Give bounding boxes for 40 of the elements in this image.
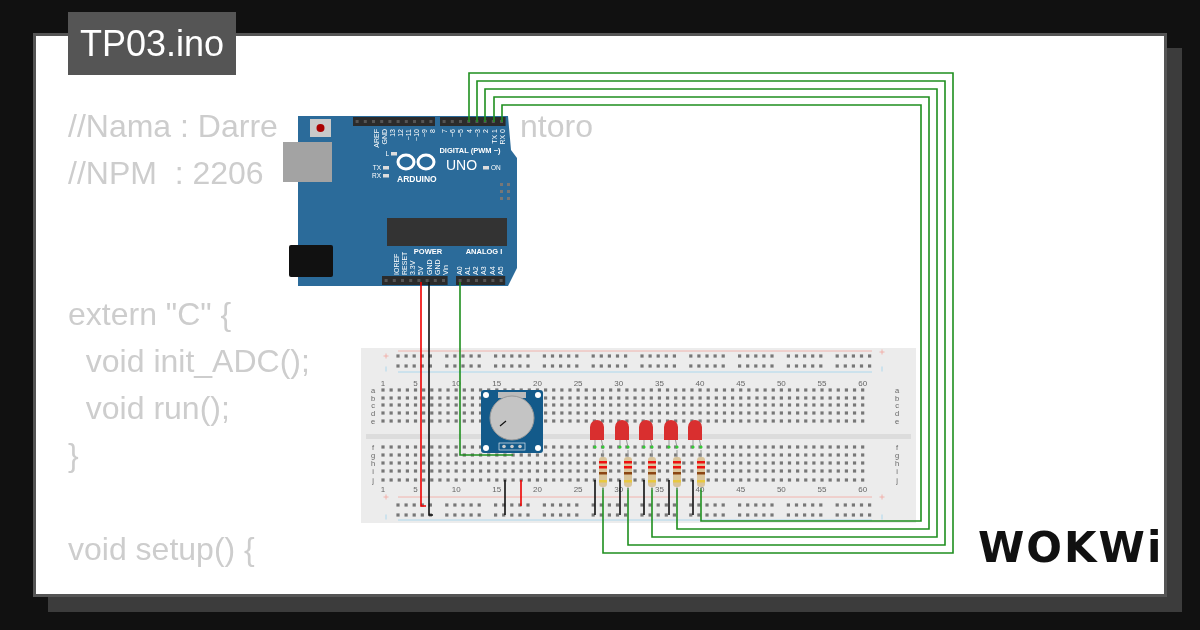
- led-drawing: [590, 420, 605, 449]
- brand-label: ARDUINO: [397, 174, 437, 184]
- column-number: 15: [492, 485, 502, 494]
- led-drawing: [664, 420, 679, 449]
- led-drawing: [639, 420, 654, 449]
- resistor-drawing: [697, 449, 705, 491]
- column-number: 55: [817, 485, 827, 494]
- column-number: 30: [614, 379, 624, 388]
- column-number: 20: [533, 485, 542, 494]
- column-number: 25: [573, 485, 583, 494]
- column-number: 40: [695, 379, 705, 388]
- infinity-logo-icon: [396, 153, 436, 171]
- potentiometer-drawing: [481, 390, 543, 453]
- logo-text: WOKWi: [978, 522, 1164, 574]
- led-drawing: [688, 420, 703, 449]
- column-number: 45: [736, 379, 746, 388]
- column-number: 40: [695, 485, 705, 494]
- led-drawing: [615, 420, 630, 449]
- column-number: 5: [413, 485, 418, 494]
- column-number: 60: [858, 379, 868, 388]
- column-number: 35: [654, 379, 664, 388]
- resistor-drawing: [648, 449, 656, 491]
- code-line: }: [68, 435, 79, 474]
- column-number: 20: [533, 379, 542, 388]
- column-number: 5: [413, 379, 418, 388]
- column-number: 55: [817, 379, 827, 388]
- column-number: 35: [654, 485, 664, 494]
- column-number: 1: [380, 379, 386, 388]
- model-label: UNO: [446, 157, 478, 173]
- resistor-drawing: [624, 449, 632, 491]
- column-number: 10: [451, 485, 461, 494]
- column-number: 15: [492, 379, 502, 388]
- column-number: 50: [776, 485, 786, 494]
- resistor-drawing: [673, 449, 681, 491]
- column-number: 1: [380, 485, 386, 494]
- column-number: 45: [736, 485, 746, 494]
- column-number: 60: [858, 485, 868, 494]
- column-number: 25: [573, 379, 583, 388]
- resistor-drawing: [599, 449, 607, 491]
- column-number: 50: [776, 379, 786, 388]
